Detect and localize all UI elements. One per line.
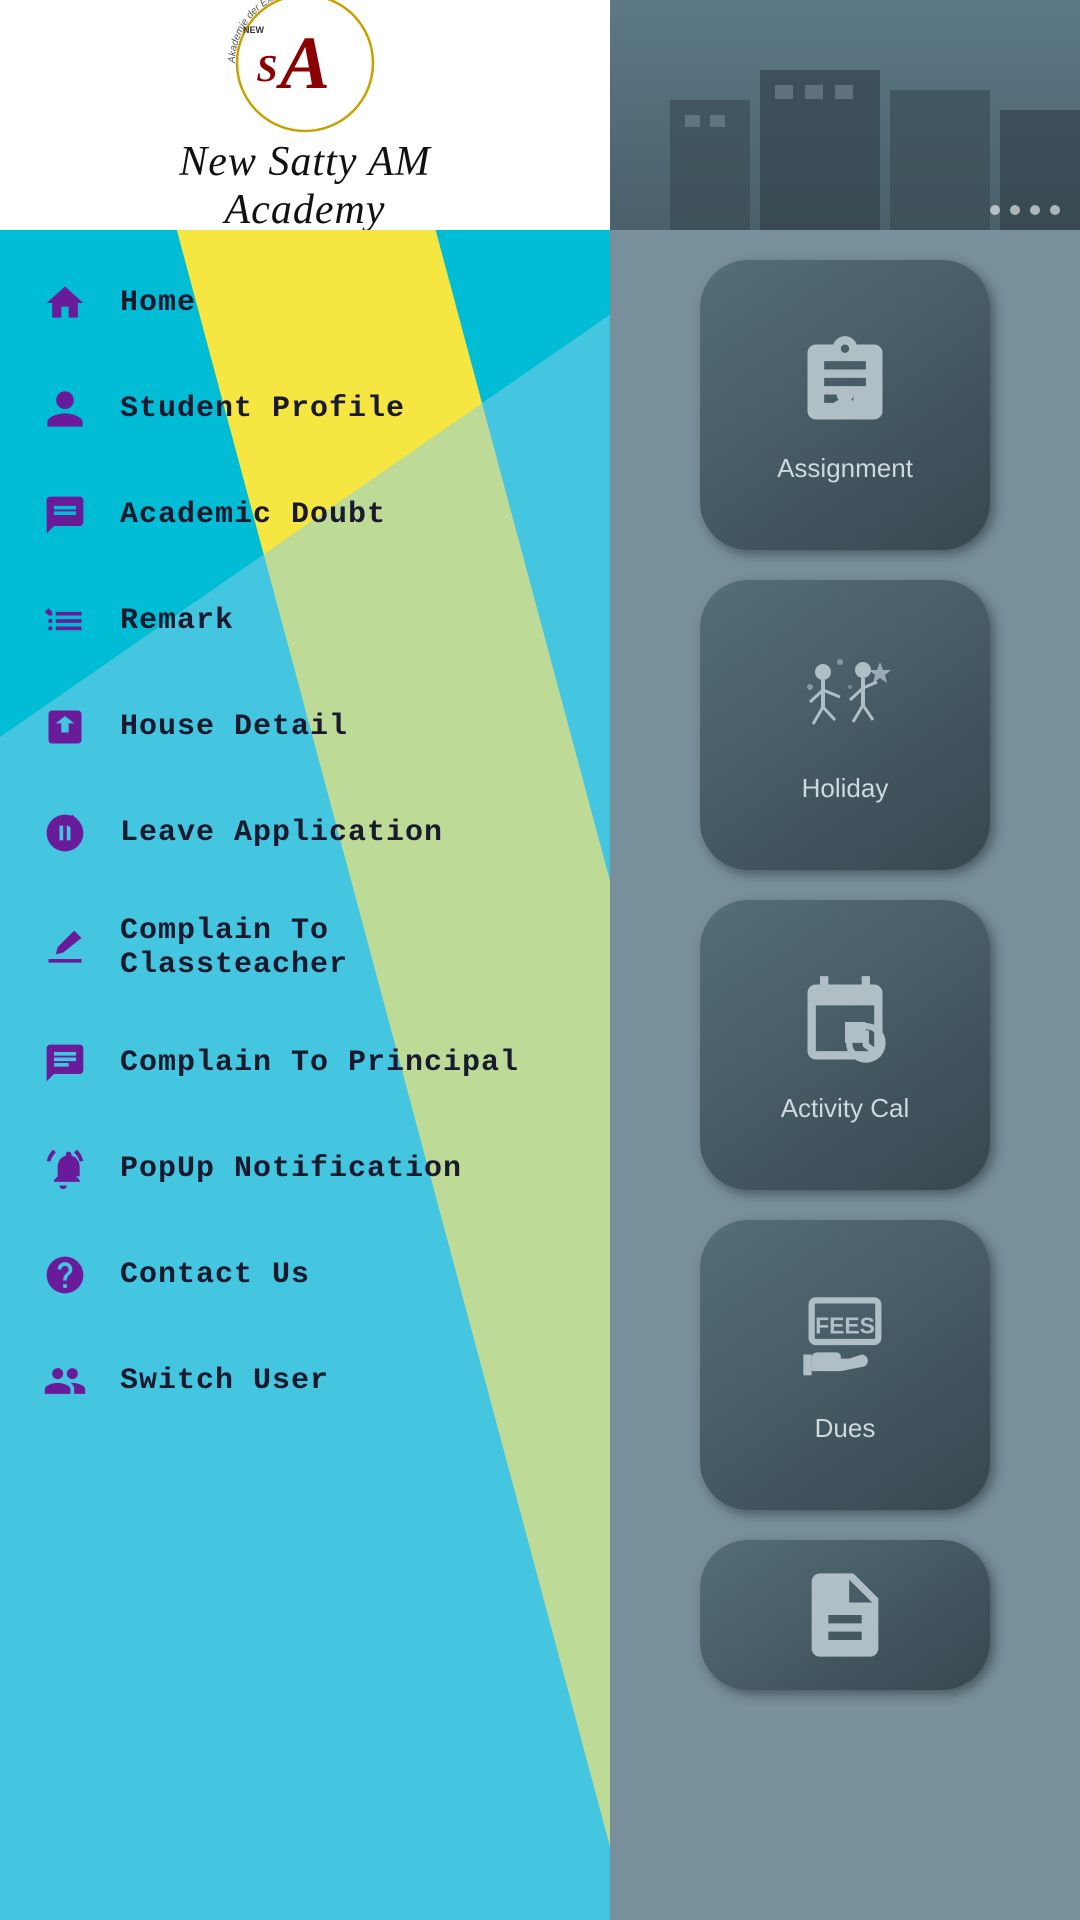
dues-icon: FEES: [790, 1287, 900, 1397]
dot-4: [1050, 205, 1060, 215]
menu-item-house-detail[interactable]: House Detail: [0, 674, 610, 780]
complain2-icon: [40, 1038, 90, 1088]
right-panel: Assignment: [610, 0, 1080, 1920]
svg-text:A: A: [276, 22, 330, 105]
menu-item-leave-application[interactable]: Leave Application: [0, 780, 610, 886]
chat-icon: [40, 490, 90, 540]
home-icon: [40, 278, 90, 328]
assignment-label: Assignment: [777, 453, 913, 484]
svg-text:S: S: [256, 48, 277, 90]
dot-3: [1030, 205, 1040, 215]
right-top-bg: [610, 0, 1080, 230]
logo-wrapper: Akademie der Exzellenz A S NEW New Satty…: [115, 0, 495, 257]
leave-icon: [40, 808, 90, 858]
menu-label-leave-application: Leave Application: [120, 816, 443, 850]
grid-area: Assignment: [610, 230, 1080, 1920]
menu-item-home[interactable]: Home: [0, 250, 610, 356]
menu-label-switch-user: Switch User: [120, 1364, 329, 1398]
dot-1: [990, 205, 1000, 215]
dues-label: Dues: [815, 1413, 876, 1444]
menu-list: Home Student Profile Academic Doubt Rema…: [0, 230, 610, 1454]
menu-item-switch-user[interactable]: Switch User: [0, 1328, 610, 1434]
menu-label-home: Home: [120, 286, 196, 320]
menu-item-complain-classteacher[interactable]: Complain To Classteacher: [0, 886, 610, 1010]
menu-item-contact-us[interactable]: Contact Us: [0, 1222, 610, 1328]
bell-icon: [40, 1144, 90, 1194]
svg-text:FEES: FEES: [815, 1312, 875, 1338]
menu-item-student-profile[interactable]: Student Profile: [0, 356, 610, 462]
holiday-label: Holiday: [802, 773, 889, 804]
switch-icon: [40, 1356, 90, 1406]
house-icon: [40, 702, 90, 752]
contact-icon: [40, 1250, 90, 1300]
school-logo: Akademie der Exzellenz A S NEW: [205, 0, 405, 143]
activity-cal-label: Activity Cal: [781, 1093, 910, 1124]
menu-label-contact-us: Contact Us: [120, 1258, 310, 1292]
bg-image: [610, 0, 1080, 230]
activity-cal-button[interactable]: Activity Cal: [700, 900, 990, 1190]
complain-icon: [40, 923, 90, 973]
more-button[interactable]: [700, 1540, 990, 1690]
menu-item-popup-notification[interactable]: PopUp Notification: [0, 1116, 610, 1222]
menu-label-academic-doubt: Academic Doubt: [120, 498, 386, 532]
school-name: New Satty AM Academy: [115, 138, 495, 234]
menu-label-remark: Remark: [120, 604, 234, 638]
menu-label-complain-principal: Complain To Principal: [120, 1046, 519, 1080]
menu-label-complain-classteacher: Complain To Classteacher: [120, 914, 570, 982]
calendar-icon: [790, 967, 900, 1077]
left-panel: Akademie der Exzellenz A S NEW New Satty…: [0, 0, 610, 1920]
menu-label-student-profile: Student Profile: [120, 392, 405, 426]
menu-label-house-detail: House Detail: [120, 710, 348, 744]
remark-icon: [40, 596, 90, 646]
more-icon: [790, 1560, 900, 1670]
holiday-icon: [790, 647, 900, 757]
menu-label-popup-notification: PopUp Notification: [120, 1152, 462, 1186]
dots-row: [990, 205, 1060, 215]
holiday-button[interactable]: Holiday: [700, 580, 990, 870]
assignment-icon: [790, 327, 900, 437]
dot-2: [1010, 205, 1020, 215]
menu-item-remark[interactable]: Remark: [0, 568, 610, 674]
svg-text:NEW: NEW: [243, 25, 265, 35]
assignment-button[interactable]: Assignment: [700, 260, 990, 550]
menu-item-academic-doubt[interactable]: Academic Doubt: [0, 462, 610, 568]
logo-area: Akademie der Exzellenz A S NEW New Satty…: [0, 0, 610, 230]
menu-item-complain-principal[interactable]: Complain To Principal: [0, 1010, 610, 1116]
dues-button[interactable]: FEES Dues: [700, 1220, 990, 1510]
person-icon: [40, 384, 90, 434]
